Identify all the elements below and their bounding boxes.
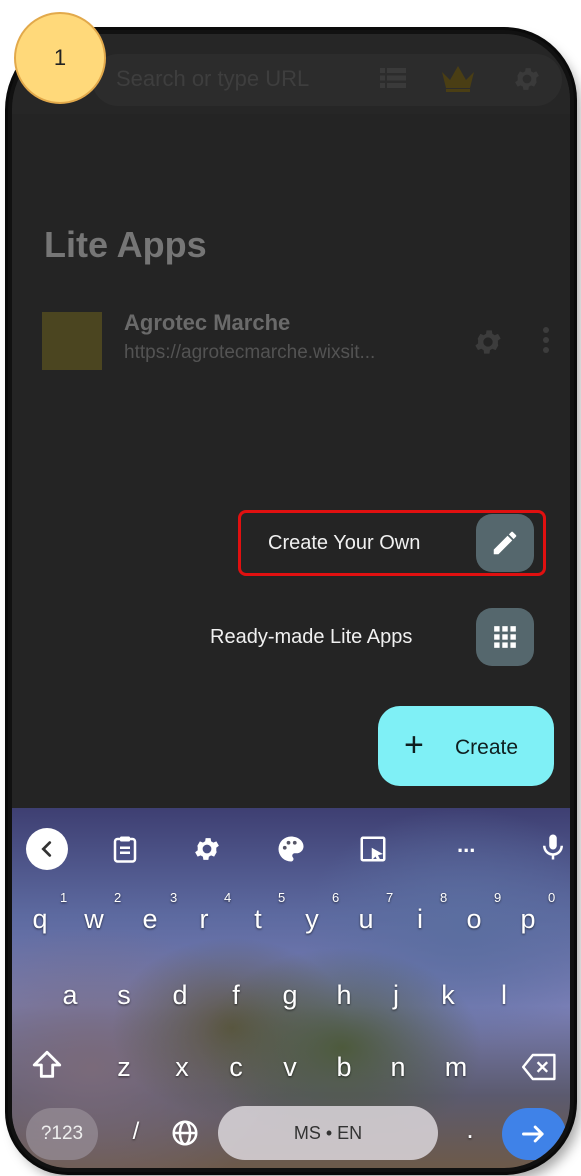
phone-frame: Search or type URL Lite Apps Agrotec Mar…	[8, 30, 574, 1172]
app-url: https://agrotecmarche.wixsit...	[124, 342, 376, 363]
space-key[interactable]: MS • EN	[218, 1106, 438, 1160]
section-title: Lite Apps	[44, 224, 207, 265]
chevron-left-icon	[41, 841, 52, 857]
key-w[interactable]: w	[74, 904, 114, 935]
ready-made-lite-apps-label[interactable]: Ready-made Lite Apps	[210, 626, 412, 649]
key-g[interactable]: g	[270, 980, 310, 1011]
key-j[interactable]: j	[376, 980, 416, 1011]
create-your-own-label[interactable]: Create Your Own	[268, 532, 420, 555]
symbols-key[interactable]: ?123	[26, 1108, 98, 1160]
key-b[interactable]: b	[324, 1052, 364, 1083]
hint-3: 3	[170, 890, 178, 905]
key-c[interactable]: c	[216, 1052, 256, 1083]
search-placeholder: Search or type URL	[116, 66, 310, 91]
ready-made-lite-apps-button[interactable]	[476, 608, 534, 666]
more-icon[interactable]: ...	[457, 832, 475, 858]
globe-icon[interactable]	[170, 1118, 200, 1148]
key-s[interactable]: s	[104, 980, 144, 1011]
key-u[interactable]: u	[346, 904, 386, 935]
create-your-own-button[interactable]	[476, 514, 534, 572]
hint-9: 9	[494, 890, 502, 905]
keyboard: ... q w e r t y u i o p 1 2 3 4 5 6 7 8	[12, 808, 570, 1168]
hint-5: 5	[278, 890, 286, 905]
hint-8: 8	[440, 890, 448, 905]
app-thumbnail[interactable]	[42, 312, 102, 370]
key-y[interactable]: y	[292, 904, 332, 935]
key-f[interactable]: f	[216, 980, 256, 1011]
key-period[interactable]: .	[450, 1114, 490, 1145]
key-z[interactable]: z	[104, 1052, 144, 1083]
app-settings-icon[interactable]	[472, 326, 504, 358]
enter-key[interactable]	[502, 1108, 566, 1160]
hint-1: 1	[60, 890, 68, 905]
list-icon[interactable]	[380, 68, 406, 88]
grid-icon	[494, 626, 516, 648]
key-m[interactable]: m	[436, 1052, 476, 1083]
key-r[interactable]: r	[184, 904, 224, 935]
mic-icon[interactable]	[538, 832, 568, 862]
plus-icon: +	[404, 726, 424, 764]
hint-0: 0	[548, 890, 556, 905]
key-e[interactable]: e	[130, 904, 170, 935]
crown-icon[interactable]	[440, 64, 476, 92]
backspace-icon[interactable]	[522, 1052, 558, 1082]
key-p[interactable]: p	[508, 904, 548, 935]
key-k[interactable]: k	[428, 980, 468, 1011]
screen: Search or type URL Lite Apps Agrotec Mar…	[12, 34, 570, 1168]
hint-4: 4	[224, 890, 232, 905]
key-x[interactable]: x	[162, 1052, 202, 1083]
key-t[interactable]: t	[238, 904, 278, 935]
key-q[interactable]: q	[20, 904, 60, 935]
hint-2: 2	[114, 890, 122, 905]
key-d[interactable]: d	[160, 980, 200, 1011]
screenshot-icon[interactable]	[358, 834, 388, 864]
hint-6: 6	[332, 890, 340, 905]
palette-icon[interactable]	[276, 834, 306, 864]
keyboard-back-button[interactable]	[26, 828, 68, 870]
key-slash[interactable]: /	[116, 1118, 156, 1146]
app-name[interactable]: Agrotec Marche	[124, 310, 290, 336]
key-n[interactable]: n	[378, 1052, 418, 1083]
arrow-right-icon	[522, 1125, 544, 1143]
settings-icon[interactable]	[192, 834, 222, 864]
clipboard-icon[interactable]	[110, 834, 140, 864]
pencil-icon	[493, 531, 517, 555]
hint-7: 7	[386, 890, 394, 905]
key-o[interactable]: o	[454, 904, 494, 935]
gear-icon[interactable]	[512, 64, 542, 94]
key-i[interactable]: i	[400, 904, 440, 935]
key-l[interactable]: l	[484, 980, 524, 1011]
shift-icon[interactable]	[30, 1048, 64, 1082]
key-h[interactable]: h	[324, 980, 364, 1011]
key-a[interactable]: a	[50, 980, 90, 1011]
more-vert-icon[interactable]	[542, 326, 550, 354]
step-number-badge: 1	[14, 12, 106, 104]
create-label[interactable]: Create	[455, 736, 518, 760]
key-v[interactable]: v	[270, 1052, 310, 1083]
